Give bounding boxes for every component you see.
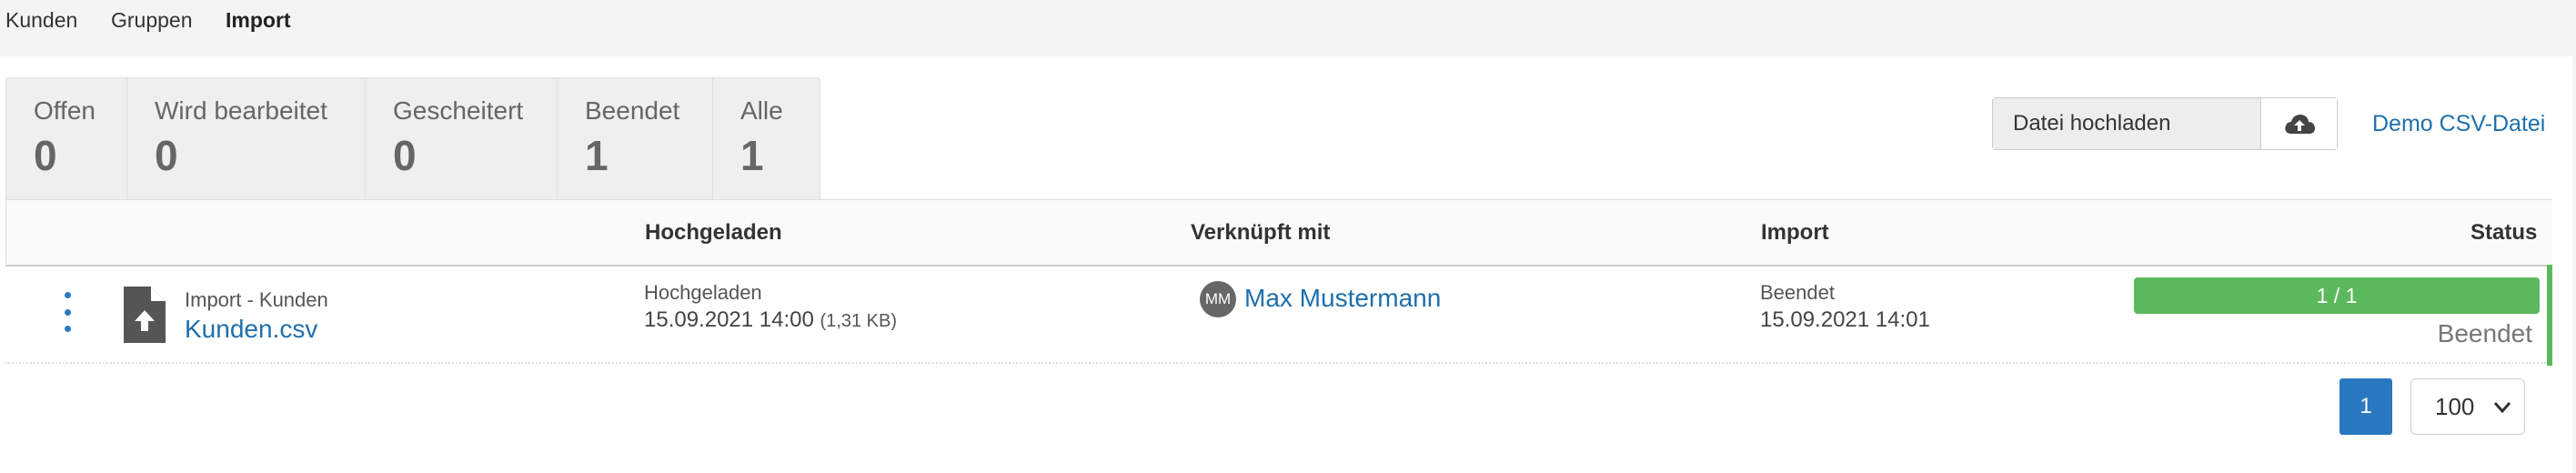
- import-timestamp: 15.09.2021 14:01: [1760, 307, 1930, 332]
- tab-offen[interactable]: Offen 0: [6, 78, 127, 200]
- avatar: MM: [1200, 281, 1236, 317]
- column-header-import: Import: [1761, 220, 1829, 245]
- nav-item-gruppen[interactable]: Gruppen: [111, 8, 193, 33]
- tab-label: Wird bearbeitet: [155, 96, 327, 125]
- chevron-down-icon: [2493, 402, 2511, 414]
- table-header: Hochgeladen Verknüpft mit Import Status: [5, 199, 2552, 267]
- linked-person-link[interactable]: Max Mustermann: [1244, 284, 1441, 313]
- tab-wird-bearbeitet[interactable]: Wird bearbeitet 0: [127, 78, 366, 200]
- tab-label: Beendet: [585, 96, 680, 125]
- cloud-upload-icon: [2284, 115, 2315, 134]
- file-upload-icon: [124, 287, 166, 343]
- import-label: Beendet: [1760, 281, 1835, 304]
- tab-alle[interactable]: Alle 1: [713, 78, 820, 200]
- uploaded-date: 15.09.2021 14:00: [644, 307, 814, 332]
- tab-count: 1: [740, 132, 764, 179]
- file-upload-group: Datei hochladen: [1992, 97, 2338, 150]
- status-text: Beendet: [2437, 319, 2532, 347]
- upload-button[interactable]: [2261, 98, 2337, 149]
- column-header-status: Status: [2470, 220, 2538, 245]
- nav-item-import[interactable]: Import: [226, 8, 291, 33]
- uploaded-label: Hochgeladen: [644, 281, 762, 304]
- tab-label: Gescheitert: [393, 96, 524, 125]
- row-actions-menu-icon[interactable]: [58, 292, 76, 332]
- tab-count: 0: [393, 132, 417, 179]
- tab-count: 1: [585, 132, 609, 179]
- nav-item-kunden[interactable]: Kunden: [5, 8, 77, 33]
- file-upload-field[interactable]: Datei hochladen: [1993, 98, 2261, 149]
- tab-count: 0: [34, 132, 57, 179]
- progress-text: 1 / 1: [2316, 283, 2358, 307]
- import-progress-bar: 1 / 1: [2134, 277, 2540, 314]
- demo-csv-link[interactable]: Demo CSV-Datei: [2372, 111, 2545, 137]
- tab-label: Offen: [34, 96, 96, 125]
- tab-gescheitert[interactable]: Gescheitert 0: [366, 78, 558, 200]
- tab-count: 0: [155, 132, 178, 179]
- tab-label: Alle: [740, 96, 783, 125]
- per-page-value: 100: [2435, 392, 2475, 420]
- column-header-uploaded: Hochgeladen: [645, 220, 782, 245]
- import-type-label: Import - Kunden: [185, 288, 328, 311]
- tab-beendet[interactable]: Beendet 1: [558, 78, 713, 200]
- file-size: (1,31 KB): [820, 311, 897, 331]
- row-status-accent: [2547, 265, 2552, 366]
- top-navigation: Kunden Gruppen Import: [0, 0, 2576, 45]
- uploaded-timestamp: 15.09.2021 14:00 (1,31 KB): [644, 307, 897, 333]
- column-header-linked: Verknüpft mit: [1191, 220, 1331, 245]
- status-tabs: Offen 0 Wird bearbeitet 0 Gescheitert 0 …: [5, 77, 820, 200]
- per-page-select[interactable]: 100: [2410, 378, 2525, 435]
- table-row: Import - Kunden Kunden.csv Hochgeladen 1…: [5, 267, 2552, 364]
- file-name-link[interactable]: Kunden.csv: [185, 315, 317, 344]
- pagination-page-1[interactable]: 1: [2340, 378, 2392, 435]
